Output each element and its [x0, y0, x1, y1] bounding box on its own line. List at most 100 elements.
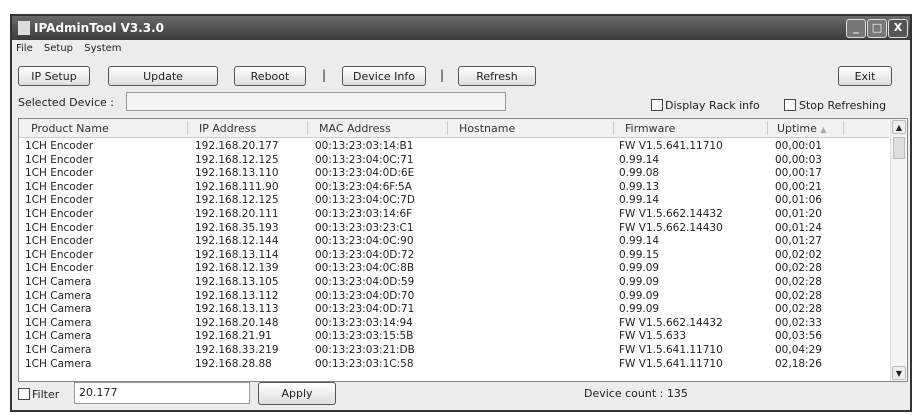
table-row[interactable]: 1CH Camera 192.168.28.88 00:13:23:03:1C:58…: [19, 358, 889, 371]
cell-mac-address: 00:13:23:04:0D:72: [315, 248, 415, 261]
stop-refreshing-checkbox[interactable]: [784, 99, 796, 111]
filter-label: Filter: [32, 388, 60, 401]
table-row[interactable]: 1CH Encoder 192.168.12.139 00:13:23:04:0C:…: [19, 262, 889, 275]
cell-uptime: 00,00:17: [775, 167, 822, 180]
cell-uptime: 00,01:20: [775, 208, 822, 220]
cell-ip-address: 192.168.13.110: [195, 167, 279, 180]
cell-ip-address: 192.168.13.114: [195, 248, 279, 261]
cell-firmware: FW V1.5.641.11710: [619, 140, 723, 152]
table-row[interactable]: 1CH Encoder 192.168.12.144 00:13:23:04:0C:…: [19, 235, 889, 248]
cell-mac-address: 00:13:23:03:23:C1: [315, 221, 414, 234]
selected-device-label: Selected Device :: [18, 96, 115, 109]
table-row[interactable]: 1CH Camera 192.168.21.91 00:13:23:03:15:5B…: [19, 330, 889, 343]
sort-ascending-icon: ▲: [820, 125, 827, 134]
cell-product-name: 1CH Encoder: [25, 235, 94, 248]
close-button[interactable]: X: [888, 19, 908, 38]
cell-mac-address: 00:13:23:04:0D:70: [315, 289, 415, 302]
table-header: Product Name IP Address MAC Address Host…: [19, 119, 889, 138]
exit-button[interactable]: Exit: [838, 66, 892, 86]
refresh-button[interactable]: Refresh: [458, 66, 536, 86]
cell-product-name: 1CH Encoder: [25, 180, 94, 193]
cell-firmware: FW V1.5.641.11710: [619, 344, 723, 356]
col-mac-address[interactable]: MAC Address: [319, 122, 391, 135]
table-row[interactable]: 1CH Encoder 192.168.13.110 00:13:23:04:0D:…: [19, 167, 889, 180]
window-title: IPAdminTool V3.3.0: [34, 21, 165, 35]
scroll-down-icon[interactable]: ▼: [892, 366, 906, 380]
filter-checkbox[interactable]: [18, 388, 30, 400]
col-uptime[interactable]: Uptime ▲: [777, 122, 827, 135]
ip-setup-button[interactable]: IP Setup: [18, 66, 90, 86]
cell-product-name: 1CH Encoder: [25, 167, 94, 180]
device-info-button[interactable]: Device Info: [342, 66, 426, 86]
col-hostname[interactable]: Hostname: [459, 122, 515, 135]
cell-product-name: 1CH Camera: [25, 316, 92, 329]
cell-uptime: 00,02:33: [775, 316, 822, 329]
menu-system[interactable]: System: [84, 43, 121, 54]
vertical-scrollbar[interactable]: ▲ ▼: [890, 119, 907, 381]
menu-setup[interactable]: Setup: [44, 43, 73, 54]
col-product-name[interactable]: Product Name: [31, 122, 109, 135]
cell-mac-address: 00:13:23:04:0D:71: [315, 303, 415, 316]
cell-firmware: 0.99.13: [619, 180, 660, 193]
table-row[interactable]: 1CH Camera 192.168.13.113 00:13:23:04:0D:7…: [19, 303, 889, 316]
menu-file[interactable]: File: [16, 43, 33, 54]
display-rack-checkbox[interactable]: [651, 99, 663, 111]
table-row[interactable]: 1CH Encoder 192.168.12.125 00:13:23:04:0C:…: [19, 154, 889, 167]
filter-input[interactable]: 20.177: [74, 382, 250, 404]
cell-ip-address: 192.168.28.88: [195, 357, 272, 370]
cell-ip-address: 192.168.12.144: [195, 235, 279, 248]
scroll-thumb[interactable]: [893, 137, 905, 159]
cell-product-name: 1CH Camera: [25, 276, 92, 288]
scroll-up-icon[interactable]: ▲: [892, 120, 906, 134]
cell-ip-address: 192.168.20.177: [195, 140, 279, 152]
cell-mac-address: 00:13:23:04:0D:6E: [315, 167, 415, 180]
cell-uptime: 00,01:06: [775, 194, 822, 207]
table-row[interactable]: 1CH Encoder 192.168.35.193 00:13:23:03:23:…: [19, 222, 889, 235]
table-row[interactable]: 1CH Camera 192.168.13.105 00:13:23:04:0D:5…: [19, 276, 889, 289]
app-icon: [18, 21, 30, 35]
table-row[interactable]: 1CH Encoder 192.168.20.177 00:13:23:03:14:…: [19, 140, 889, 153]
cell-ip-address: 192.168.35.193: [195, 221, 279, 234]
device-table: Product Name IP Address MAC Address Host…: [18, 118, 908, 382]
table-row[interactable]: 1CH Encoder 192.168.111.90 00:13:23:04:6F:…: [19, 181, 889, 194]
menu-bar: File Setup System: [16, 43, 130, 54]
cell-product-name: 1CH Camera: [25, 357, 92, 370]
table-row[interactable]: 1CH Encoder 192.168.20.111 00:13:23:03:14:…: [19, 208, 889, 221]
cell-product-name: 1CH Camera: [25, 303, 92, 316]
col-firmware[interactable]: Firmware: [625, 122, 675, 135]
toolbar-separator: |: [322, 68, 327, 82]
apply-button[interactable]: Apply: [258, 382, 336, 405]
table-row[interactable]: 1CH Encoder 192.168.13.114 00:13:23:04:0D:…: [19, 249, 889, 262]
cell-ip-address: 192.168.13.105: [195, 276, 279, 288]
cell-mac-address: 00:13:23:03:14:6F: [315, 208, 413, 220]
table-row[interactable]: 1CH Camera 192.168.20.148 00:13:23:03:14:9…: [19, 317, 889, 330]
cell-ip-address: 192.168.12.125: [195, 194, 279, 207]
minimize-button[interactable]: _: [846, 19, 866, 38]
cell-ip-address: 192.168.13.112: [195, 289, 279, 302]
cell-product-name: 1CH Encoder: [25, 248, 94, 261]
maximize-button[interactable]: □: [867, 19, 887, 38]
title-bar: IPAdminTool V3.3.0 _ □ X: [12, 16, 910, 40]
cell-uptime: 00,00:01: [775, 140, 822, 152]
main-window: IPAdminTool V3.3.0 _ □ X File Setup Syst…: [10, 14, 912, 412]
cell-mac-address: 00:13:23:04:6F:5A: [315, 180, 412, 193]
table-row[interactable]: 1CH Encoder 192.168.12.125 00:13:23:04:0C:…: [19, 194, 889, 207]
cell-firmware: 0.99.15: [619, 248, 660, 261]
cell-firmware: 0.99.09: [619, 276, 660, 288]
toolbar-separator: |: [440, 68, 445, 82]
table-row[interactable]: 1CH Camera 192.168.13.112 00:13:23:04:0D:7…: [19, 290, 889, 303]
selected-device-field[interactable]: [126, 92, 506, 111]
table-row[interactable]: 1CH Camera 192.168.33.219 00:13:23:03:21:D…: [19, 344, 889, 357]
update-button[interactable]: Update: [108, 66, 218, 86]
stop-refreshing-label: Stop Refreshing: [799, 99, 887, 112]
cell-mac-address: 00:13:23:03:1C:58: [315, 357, 414, 370]
cell-firmware: FW V1.5.633: [619, 330, 687, 343]
cell-ip-address: 192.168.13.113: [195, 303, 279, 316]
reboot-button[interactable]: Reboot: [234, 66, 306, 86]
cell-uptime: 00,02:02: [775, 248, 822, 261]
col-ip-address[interactable]: IP Address: [199, 122, 256, 135]
cell-firmware: 0.99.08: [619, 167, 660, 180]
cell-mac-address: 00:13:23:03:21:DB: [315, 344, 415, 356]
cell-uptime: 02,18:26: [775, 357, 822, 370]
cell-product-name: 1CH Camera: [25, 289, 92, 302]
